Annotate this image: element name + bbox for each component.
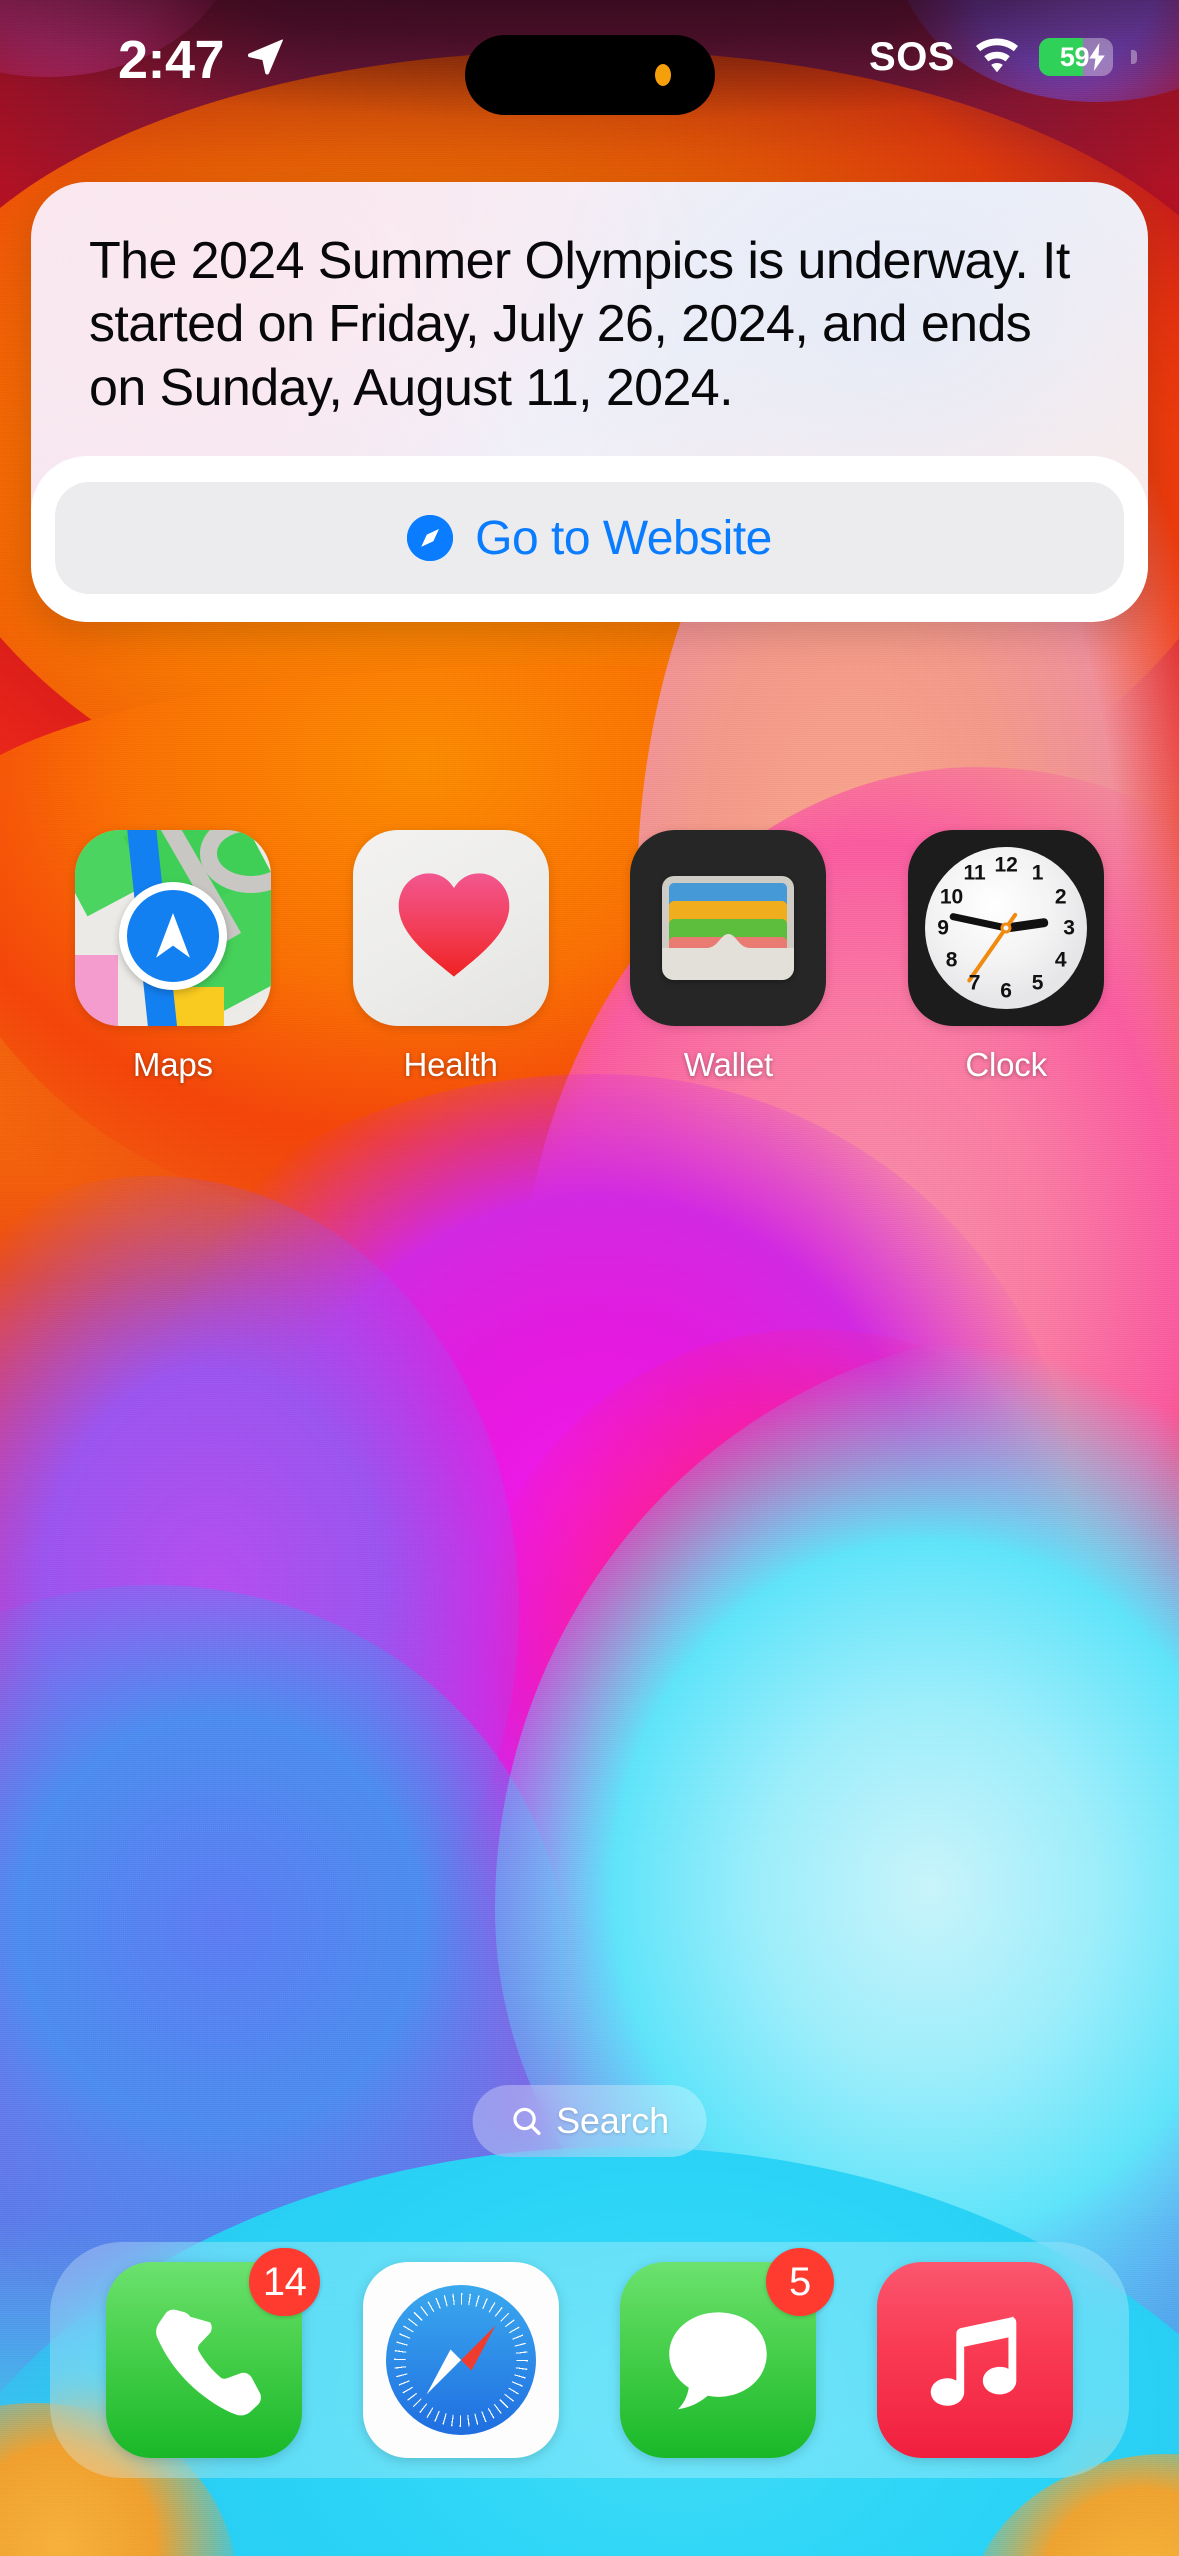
- clock-numeral-4: 4: [1054, 948, 1067, 971]
- clock-numeral-9: 9: [937, 916, 949, 940]
- app-label-clock: Clock: [965, 1046, 1047, 1083]
- phone-badge: 14: [248, 2248, 321, 2316]
- orange-dot-indicator: [654, 64, 671, 86]
- clock-center-pin: [1000, 922, 1012, 934]
- notification-body-text: The 2024 Summer Olympics is underway. It…: [89, 232, 1070, 417]
- maps-icon[interactable]: [74, 830, 271, 1026]
- dock-app-phone[interactable]: 14: [106, 2248, 321, 2458]
- notification-card[interactable]: The 2024 Summer Olympics is underway. It…: [31, 182, 1148, 623]
- dock-app-messages[interactable]: 5: [619, 2248, 834, 2458]
- messages-badge: 5: [765, 2248, 834, 2316]
- clock-numeral-6: 6: [1000, 979, 1012, 1003]
- app-label-health: Health: [403, 1046, 498, 1083]
- app-grid: Maps Health Wallet 12 1 2 3 4 5 6 7 8 9 …: [0, 830, 1179, 1084]
- clock-numeral-8: 8: [945, 948, 958, 971]
- app-clock[interactable]: 12 1 2 3 4 5 6 7 8 9 10 11 Clock: [867, 830, 1145, 1084]
- status-bar: 2:47 SOS 59: [0, 0, 1179, 120]
- safari-compass-dial: [386, 2285, 537, 2435]
- search-label: Search: [556, 2100, 669, 2141]
- music-icon[interactable]: [876, 2262, 1073, 2458]
- clock-numeral-1: 1: [1031, 861, 1044, 885]
- app-maps[interactable]: Maps: [34, 830, 312, 1084]
- iphone-home-screen: 2:47 SOS 59 The 2024 Summer Olympics is …: [0, 0, 1179, 2556]
- go-to-website-button[interactable]: Go to Website: [55, 482, 1124, 595]
- battery-indicator: 59: [1039, 38, 1113, 76]
- safari-compass-icon: [407, 515, 454, 562]
- battery-cap: [1131, 50, 1137, 64]
- sos-label: SOS: [869, 35, 955, 79]
- clock-numeral-2: 2: [1054, 885, 1067, 908]
- search-magnifier-icon: [512, 2107, 541, 2136]
- clock-numeral-7: 7: [968, 971, 981, 995]
- clock-numeral-12: 12: [994, 853, 1018, 877]
- wifi-icon: [976, 38, 1018, 73]
- dock: 14 5: [50, 2242, 1129, 2478]
- status-bar-right-group: SOS 59: [869, 34, 1137, 80]
- heart-icon: [398, 873, 509, 977]
- clock-face: 12 1 2 3 4 5 6 7 8 9 10 11: [925, 847, 1088, 1009]
- clock-numeral-5: 5: [1031, 971, 1044, 995]
- wallet-cards: [662, 876, 795, 980]
- app-label-wallet: Wallet: [683, 1046, 773, 1083]
- dynamic-island: [464, 35, 715, 115]
- dock-app-safari[interactable]: [363, 2262, 560, 2458]
- app-health[interactable]: Health: [312, 830, 590, 1084]
- go-to-website-label: Go to Website: [475, 511, 772, 565]
- dock-app-music[interactable]: [876, 2262, 1073, 2458]
- wallet-icon[interactable]: [630, 830, 827, 1026]
- maps-navigation-arrow: [118, 881, 227, 990]
- notification-action-container: Go to Website: [31, 456, 1148, 623]
- lightning-bolt-icon: [1089, 43, 1105, 71]
- clock-numeral-3: 3: [1063, 916, 1075, 940]
- app-label-maps: Maps: [132, 1046, 213, 1083]
- clock-icon[interactable]: 12 1 2 3 4 5 6 7 8 9 10 11: [908, 830, 1105, 1026]
- safari-icon[interactable]: [363, 2262, 560, 2458]
- clock-numeral-10: 10: [939, 885, 964, 908]
- health-heart-icon[interactable]: [352, 830, 549, 1026]
- app-wallet[interactable]: Wallet: [590, 830, 868, 1084]
- clock-numeral-11: 11: [963, 861, 986, 885]
- location-arrow-icon: [247, 39, 283, 75]
- search-button[interactable]: Search: [472, 2085, 707, 2157]
- status-bar-time: 2:47: [118, 30, 225, 90]
